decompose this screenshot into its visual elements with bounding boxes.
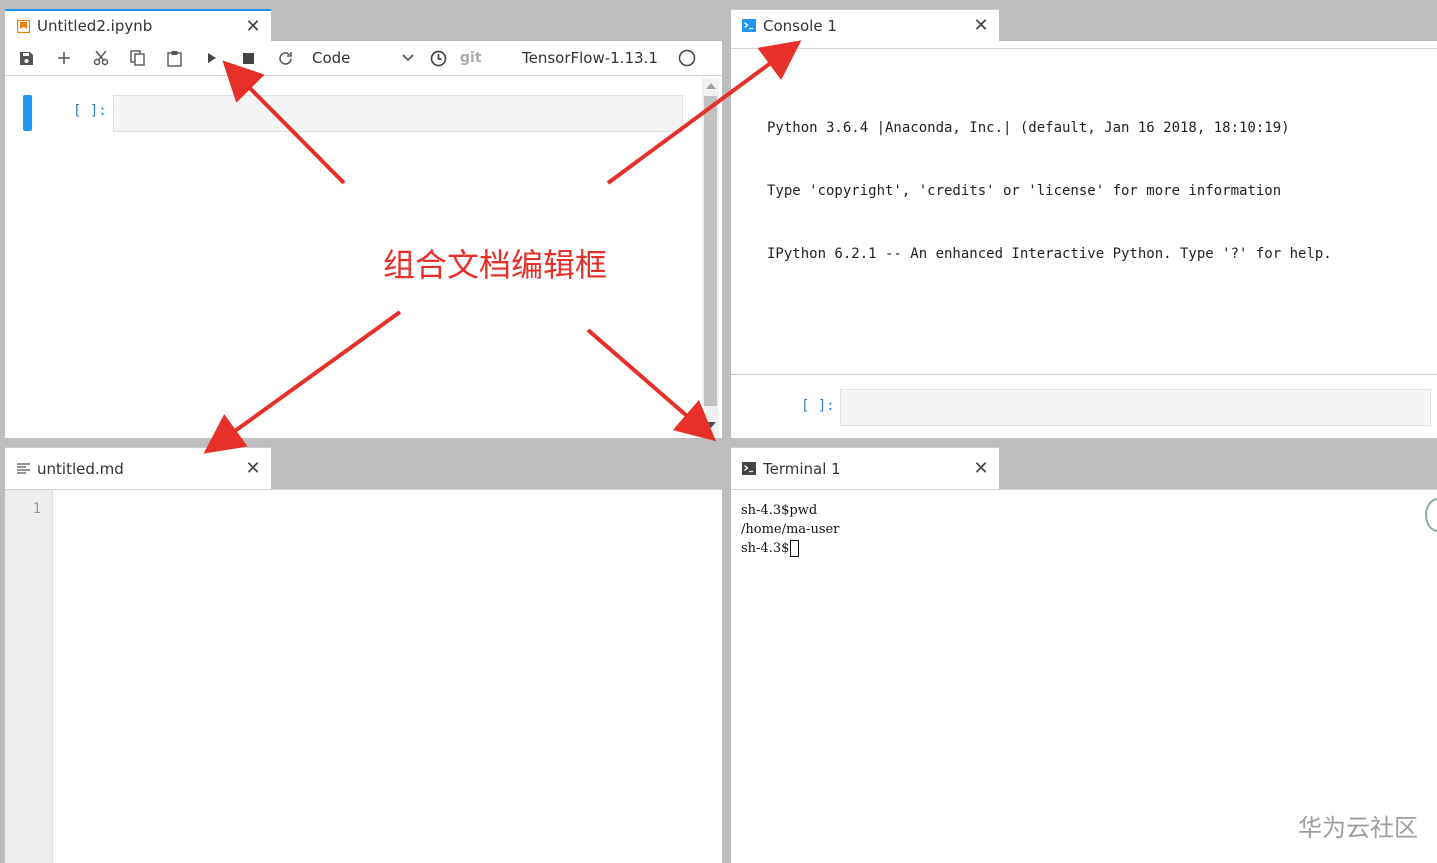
markdown-panel: untitled.md ✕ 1 (5, 446, 722, 863)
tab-notebook-label: Untitled2.ipynb (37, 17, 153, 35)
watermark: 华为云社区 (1298, 814, 1418, 842)
tab-terminal[interactable]: Terminal 1 ✕ (731, 447, 999, 489)
close-icon[interactable]: ✕ (969, 458, 993, 479)
plus-icon (57, 52, 70, 64)
annotation-label: 组合文档编辑框 (383, 246, 608, 284)
paste-icon (167, 50, 182, 67)
console-banner-line: IPython 6.2.1 -- An enhanced Interactive… (767, 246, 1332, 262)
console-output: Python 3.6.4 |Anaconda, Inc.| (default, … (767, 76, 1332, 307)
tab-markdown[interactable]: untitled.md ✕ (5, 447, 271, 489)
terminal-panel: Terminal 1 ✕ sh-4.3$pwd /home/ma-user sh… (731, 446, 1437, 863)
scroll-down-arrow-icon[interactable] (706, 422, 716, 428)
terminal-side-handle[interactable] (1425, 498, 1437, 532)
text-file-icon (16, 462, 30, 476)
chevron-down-icon (402, 54, 414, 62)
tab-notebook[interactable]: Untitled2.ipynb ✕ (5, 9, 271, 41)
history-button[interactable] (420, 43, 457, 73)
close-icon[interactable]: ✕ (241, 458, 265, 479)
tab-markdown-label: untitled.md (37, 459, 124, 478)
console-top-border (731, 41, 1437, 49)
notebook-panel: Untitled2.ipynb ✕ Code git TensorFlow-1.… (5, 0, 722, 438)
stop-button[interactable] (230, 43, 267, 73)
terminal-cursor (790, 540, 800, 557)
stop-icon (243, 52, 254, 64)
editor-gutter: 1 (5, 490, 53, 863)
git-label[interactable]: git (460, 50, 500, 66)
cell-type-select[interactable]: Code (312, 43, 420, 73)
cut-button[interactable] (82, 43, 119, 73)
save-button[interactable] (8, 43, 45, 73)
copy-button[interactable] (119, 43, 156, 73)
console-prompt: [ ]: (801, 398, 835, 414)
cell-prompt: [ ]: (73, 103, 107, 119)
console-banner-line: Type 'copyright', 'credits' or 'license'… (767, 183, 1282, 199)
refresh-icon (279, 51, 292, 65)
console-panel: Console 1 ✕ Python 3.6.4 |Anaconda, Inc.… (731, 0, 1437, 438)
terminal-line: sh-4.3$pwd (741, 503, 818, 518)
tab-console-label: Console 1 (763, 16, 837, 35)
console-input[interactable] (840, 389, 1431, 426)
play-icon (207, 53, 216, 63)
terminal-line: /home/ma-user (741, 522, 840, 537)
terminal-output[interactable]: sh-4.3$pwd /home/ma-user sh-4.3$ (741, 501, 839, 558)
terminal-top-border (731, 489, 1437, 490)
kernel-name[interactable]: TensorFlow-1.13.1 (522, 49, 658, 67)
tab-terminal-label: Terminal 1 (763, 459, 841, 478)
console-banner-line: Python 3.6.4 |Anaconda, Inc.| (default, … (767, 120, 1290, 136)
cell-type-value: Code (312, 49, 351, 67)
insert-cell-button[interactable] (45, 43, 82, 73)
console-icon (742, 19, 756, 33)
scrollbar-thumb[interactable] (704, 96, 717, 406)
line-number: 1 (32, 501, 41, 517)
notebook-icon (16, 19, 30, 33)
notebook-toolbar: Code git TensorFlow-1.13.1 (5, 41, 722, 76)
notebook-cell-active-marker (23, 95, 32, 131)
kernel-status-circle-icon (678, 49, 696, 67)
close-icon[interactable]: ✕ (241, 16, 265, 37)
markdown-editor[interactable] (53, 490, 722, 863)
cell-input[interactable] (113, 95, 683, 132)
clock-icon (430, 50, 447, 66)
scroll-up-arrow-icon[interactable] (706, 83, 716, 89)
terminal-line-last: sh-4.3$ (741, 539, 839, 558)
copy-icon (130, 50, 145, 66)
paste-button[interactable] (156, 43, 193, 73)
terminal-line: sh-4.3$ (741, 541, 790, 556)
terminal-icon (742, 462, 756, 476)
run-button[interactable] (193, 43, 230, 73)
tab-console[interactable]: Console 1 ✕ (731, 9, 999, 41)
scissors-icon (93, 50, 108, 66)
notebook-scrollbar[interactable] (702, 78, 719, 434)
restart-button[interactable] (267, 43, 304, 73)
console-input-area: [ ]: (731, 374, 1437, 438)
close-icon[interactable]: ✕ (969, 15, 993, 36)
save-icon (20, 51, 33, 65)
